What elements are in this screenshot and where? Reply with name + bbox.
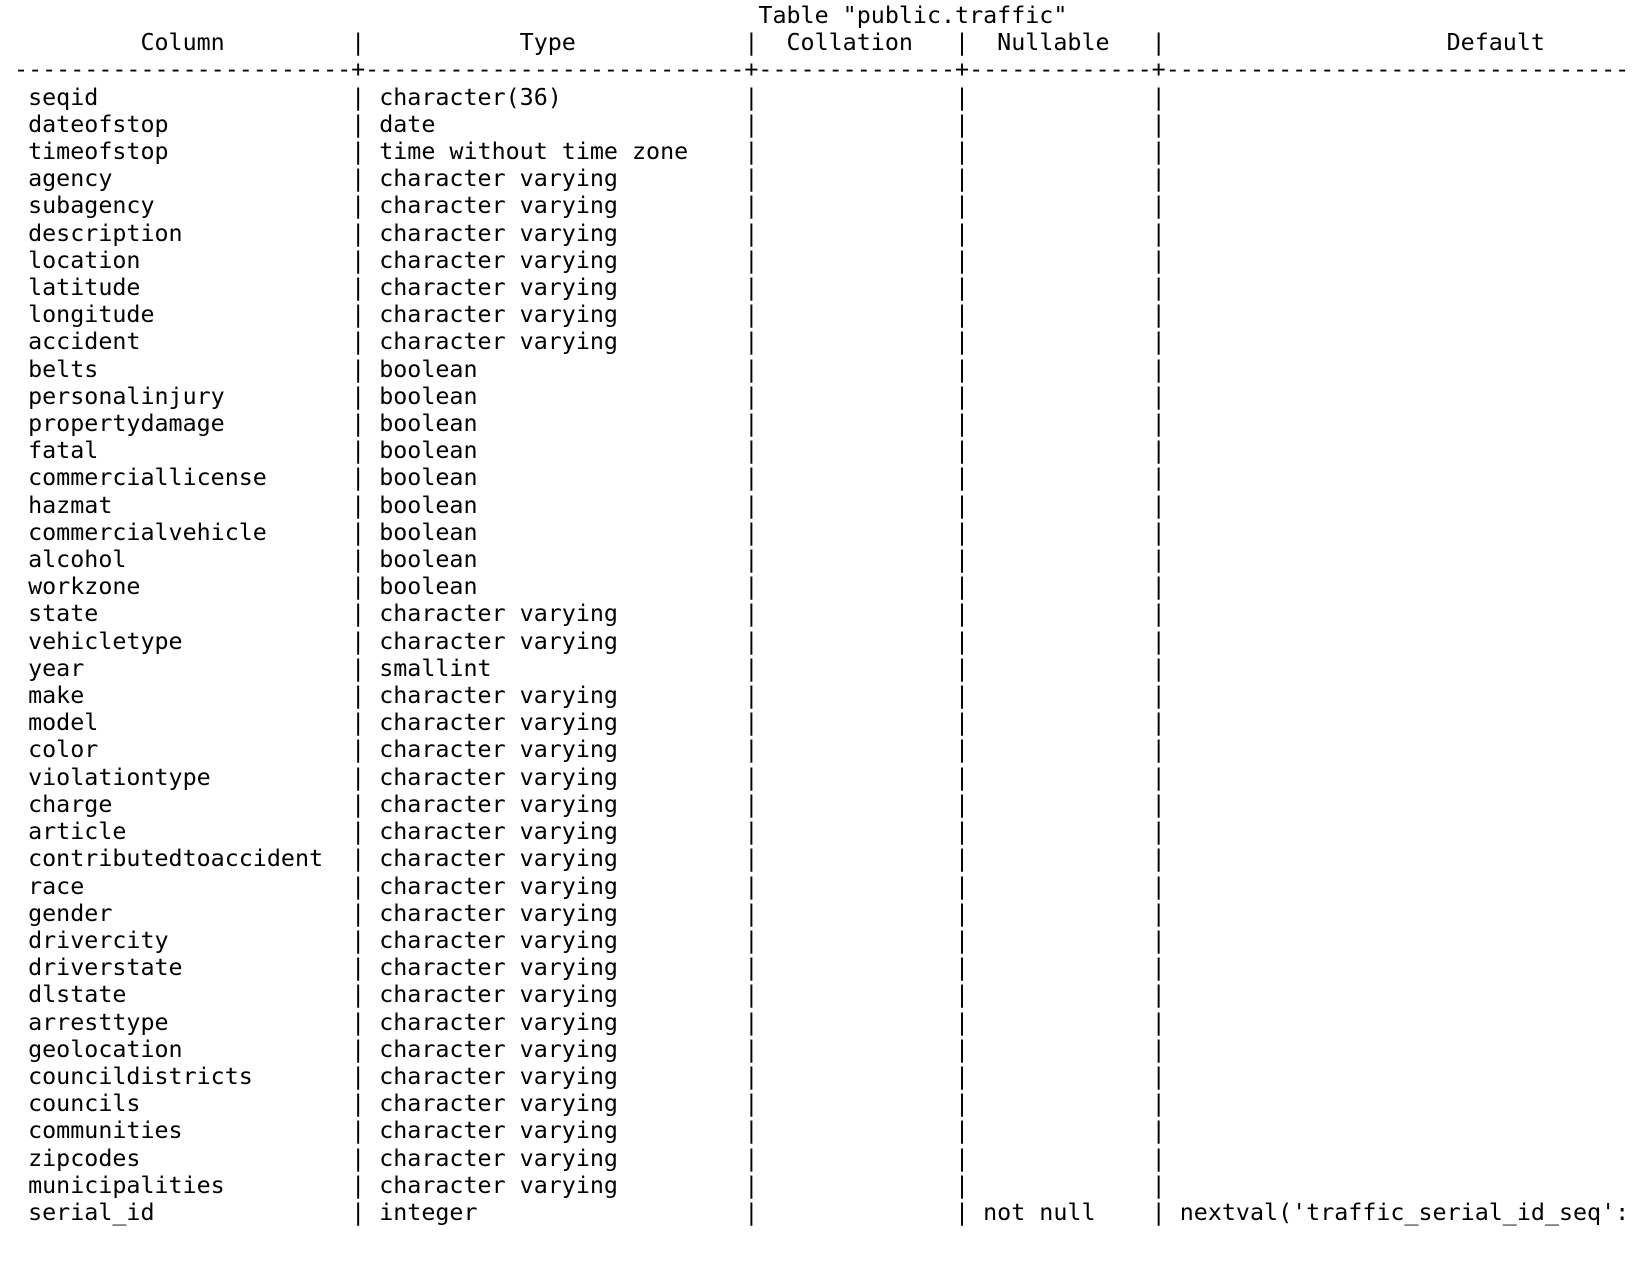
table-row: drivercity | character varying | | |	[28, 925, 1166, 954]
table-row: accident | character varying | | |	[28, 327, 1166, 356]
table-row: agency | character varying | | |	[28, 164, 1166, 193]
table-row: belts | boolean | | |	[28, 354, 1166, 383]
table-title-line: Table "public.traffic"	[758, 1, 1068, 29]
terminal-output-pane: Table "public.traffic" Column | Type | C…	[0, 0, 1632, 1262]
table-row: communities | character varying | | |	[28, 1116, 1166, 1145]
table-rows-block: seqid | character(36) | | | dateofstop |…	[0, 82, 1632, 1227]
table-row: personalinjury | boolean | | |	[28, 381, 1166, 410]
table-row: state | character varying | | |	[28, 599, 1166, 628]
table-row: fatal | boolean | | |	[28, 436, 1166, 465]
table-row: alcohol | boolean | | |	[28, 545, 1166, 574]
psql-describe-table-output: Table "public.traffic" Column | Type | C…	[0, 0, 1632, 1226]
table-row: make | character varying | | |	[28, 681, 1166, 710]
table-row: description | character varying | | |	[28, 218, 1166, 247]
table-row: dlstate | character varying | | |	[28, 980, 1166, 1009]
table-row: longitude | character varying | | |	[28, 300, 1166, 329]
table-row: arresttype | character varying | | |	[28, 1007, 1166, 1036]
table-header-separator-line: ------------------------+---------------…	[14, 55, 1632, 84]
table-row: driverstate | character varying | | |	[28, 953, 1166, 982]
table-row: article | character varying | | |	[28, 817, 1166, 846]
table-row: location | character varying | | |	[28, 245, 1166, 274]
table-row: year | smallint | | |	[28, 653, 1166, 682]
table-row: race | character varying | | |	[28, 871, 1166, 900]
table-row: seqid | character(36) | | |	[28, 82, 1166, 111]
table-row: hazmat | boolean | | |	[28, 490, 1166, 519]
table-row: vehicletype | character varying | | |	[28, 626, 1166, 655]
table-row: geolocation | character varying | | |	[28, 1034, 1166, 1063]
table-row: propertydamage | boolean | | |	[28, 409, 1166, 438]
table-row: serial_id | integer | | not null | nextv…	[0, 1197, 1632, 1226]
table-row: zipcodes | character varying | | |	[28, 1143, 1166, 1172]
table-row: gender | character varying | | |	[28, 898, 1166, 927]
table-row: color | character varying | | |	[28, 735, 1166, 764]
table-row: workzone | boolean | | |	[28, 572, 1166, 601]
table-row: dateofstop | date | | |	[28, 109, 1166, 138]
table-row: violationtype | character varying | | |	[28, 762, 1166, 791]
table-row: councils | character varying | | |	[28, 1089, 1166, 1118]
table-row: charge | character varying | | |	[28, 789, 1166, 818]
table-row: contributedtoaccident | character varyin…	[28, 844, 1166, 873]
table-row: subagency | character varying | | |	[28, 191, 1166, 220]
table-row: commerciallicense | boolean | | |	[28, 463, 1166, 492]
table-row: councildistricts | character varying | |…	[28, 1061, 1166, 1090]
table-row: timeofstop | time without time zone | | …	[28, 137, 1166, 166]
table-row: municipalities | character varying | | |	[28, 1170, 1166, 1199]
table-row: commercialvehicle | boolean | | |	[28, 517, 1166, 546]
table-row: model | character varying | | |	[28, 708, 1166, 737]
table-header-line: Column | Type | Collation | Nullable | D…	[140, 28, 1545, 57]
table-row: latitude | character varying | | |	[28, 273, 1166, 302]
